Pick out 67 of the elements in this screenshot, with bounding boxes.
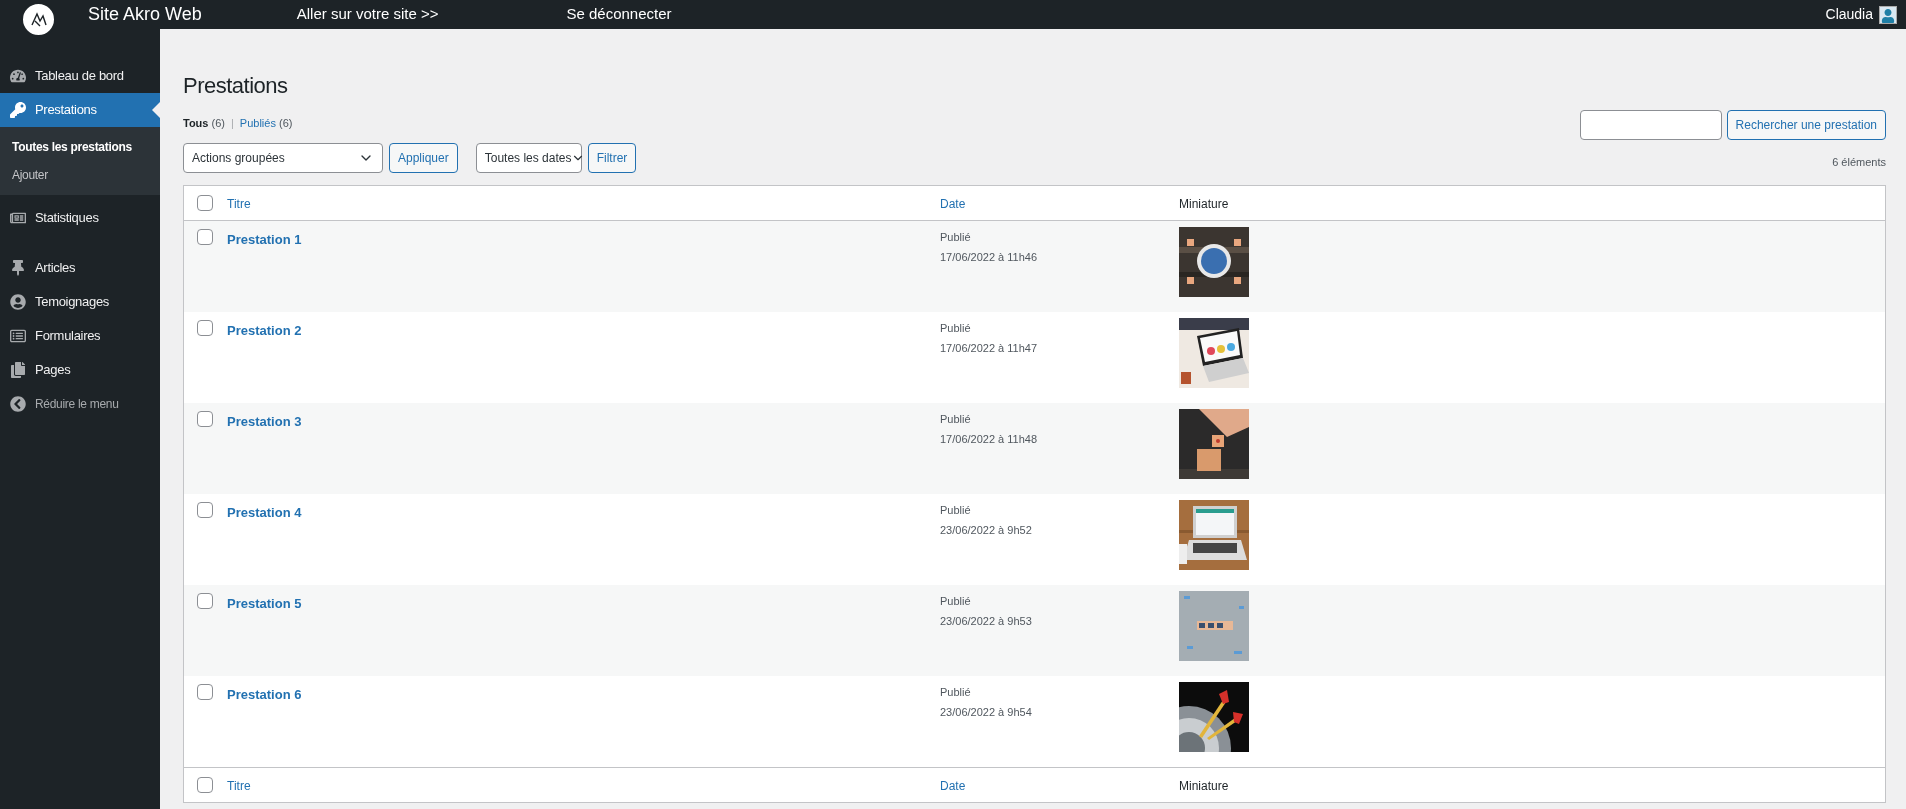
post-title-link[interactable]: Prestation 4 [227,504,302,520]
avatar-icon[interactable] [1879,5,1897,24]
sidebar-item[interactable]: Formulaires [0,319,160,353]
visit-site-link[interactable]: Aller sur votre site >> [296,3,439,26]
column-header: Miniature [1179,778,1229,793]
checkbox[interactable] [196,228,213,245]
date-filter-select[interactable]: Toutes les dates [475,142,582,173]
column-sort-link[interactable]: Date [940,778,966,793]
sidebar-item[interactable]: Statistiques [0,201,160,235]
status-filter-link[interactable]: Publiés (6) [239,115,293,132]
user-name[interactable]: Claudia [1825,4,1873,25]
site-name[interactable]: Site Akro Web [88,1,202,28]
submenu-item[interactable]: Ajouter [0,161,160,189]
post-title-link[interactable]: Prestation 1 [227,231,302,247]
form-icon [10,328,26,344]
sidebar-item[interactable]: Pages [0,353,160,387]
person-icon [10,294,26,310]
column-sort-link[interactable]: Titre [227,778,251,793]
apply-button[interactable]: Appliquer [389,142,458,173]
post-title-link[interactable]: Prestation 3 [227,413,302,429]
search-field[interactable] [1579,110,1722,140]
current-arrow-icon [152,102,160,118]
column-header: Miniature [1179,196,1229,211]
checkbox[interactable] [196,683,213,700]
checkbox[interactable] [196,592,213,609]
post-status: Publié [940,502,972,518]
pin-icon [10,260,26,276]
post-title-link[interactable]: Prestation 2 [227,322,302,338]
post-date: 17/06/2022 à 11h48 [940,431,1039,447]
status-filter-link[interactable]: Tous (6) [183,115,225,132]
post-date: 23/06/2022 à 9h54 [940,704,1033,720]
post-date: 17/06/2022 à 11h47 [940,340,1039,356]
sidebar-item[interactable]: Tableau de bord [0,59,160,93]
logout-link[interactable]: Se déconnecter [566,3,672,26]
collapse-icon [10,396,26,412]
item-count: 6 éléments [1832,155,1886,170]
newspaper-icon [10,210,26,226]
post-status: Publié [940,229,972,245]
post-title-link[interactable]: Prestation 5 [227,595,302,611]
bulk-actions-select[interactable]: Actions groupées [183,142,383,173]
search-button[interactable]: Rechercher une prestation [1726,110,1886,140]
gauge-icon [10,68,26,84]
sidebar-item[interactable]: Articles [0,251,160,285]
collapse-menu-button[interactable]: Réduire le menu [0,387,160,421]
post-date: 23/06/2022 à 9h53 [940,613,1033,629]
checkbox[interactable] [196,319,213,336]
column-sort-link[interactable]: Titre [227,196,251,211]
separator: | [231,116,234,131]
checkbox[interactable] [196,776,213,793]
post-status: Publié [940,320,972,336]
sidebar-item[interactable]: Temoignages [0,285,160,319]
post-status: Publié [940,593,972,609]
key-icon [10,102,26,118]
filter-button[interactable]: Filtrer [587,142,637,173]
post-title-link[interactable]: Prestation 6 [227,686,302,702]
checkbox[interactable] [196,501,213,518]
post-date: 23/06/2022 à 9h52 [940,522,1033,538]
checkbox[interactable] [196,410,213,427]
pages-icon [10,362,26,378]
post-status: Publié [940,411,972,427]
page-title: Prestations [183,72,289,100]
sidebar-item[interactable]: Prestations [0,93,160,127]
column-sort-link[interactable]: Date [940,196,966,211]
post-date: 17/06/2022 à 11h46 [940,249,1039,265]
post-status: Publié [940,684,972,700]
checkbox[interactable] [196,194,213,211]
submenu-item[interactable]: Toutes les prestations [0,133,160,161]
